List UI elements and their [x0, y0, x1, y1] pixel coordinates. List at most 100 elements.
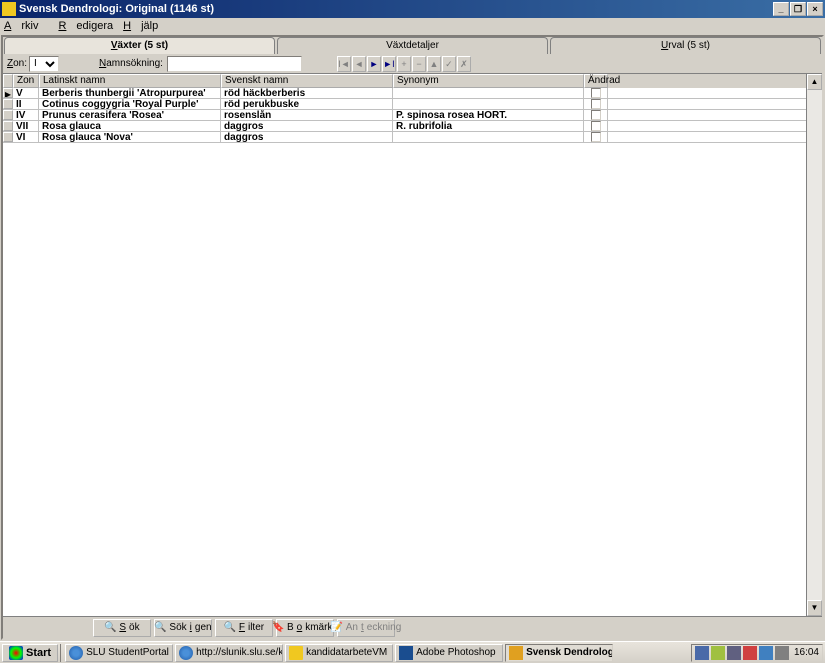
filter-button[interactable]: 🔍Filter — [215, 619, 273, 637]
nav-post-icon[interactable]: ✓ — [442, 56, 456, 72]
search-again-icon: 🔍 — [154, 622, 166, 634]
record-nav-toolbar: I◄ ◄ ► ►I + − ▲ ✓ ✗ — [337, 56, 471, 72]
taskbar: Start SLU StudentPortal - Micr... http:/… — [0, 641, 825, 663]
namn-label: Namnsökning: — [99, 58, 163, 69]
nav-edit-icon[interactable]: ▲ — [427, 56, 441, 72]
task-slu-portal[interactable]: SLU StudentPortal - Micr... — [65, 644, 173, 662]
tab-vaxtdetaljer[interactable]: Växtdetaljer — [277, 37, 548, 54]
cell-synonym[interactable] — [393, 99, 584, 109]
filter-icon: 🔍 — [224, 622, 236, 634]
namn-input[interactable] — [167, 56, 302, 72]
grid-container: Zon Latinskt namn Svenskt namn Synonym Ä… — [3, 74, 822, 616]
col-header-zon[interactable]: Zon — [13, 74, 39, 88]
dendro-icon — [509, 646, 523, 660]
tab-urval[interactable]: Urval (5 st) — [550, 37, 821, 54]
search-icon: 🔍 — [104, 622, 116, 634]
cell-zon[interactable]: V — [13, 88, 39, 98]
tray-icon-2[interactable] — [711, 646, 725, 660]
task-dendrologi[interactable]: Svensk Dendrologi: O... — [505, 644, 613, 662]
cell-zon[interactable]: VII — [13, 121, 39, 131]
ie-icon — [179, 646, 193, 660]
checkbox[interactable] — [591, 132, 601, 142]
cell-synonym[interactable] — [393, 132, 584, 142]
data-grid[interactable]: Zon Latinskt namn Svenskt namn Synonym Ä… — [3, 74, 806, 616]
task-photoshop[interactable]: Adobe Photoshop — [395, 644, 503, 662]
table-row[interactable]: VIIRosa glaucadaggrosR. rubrifolia — [3, 121, 806, 132]
tab-vaxter[interactable]: Växter (5 st) — [4, 37, 275, 54]
nav-next-icon[interactable]: ► — [367, 56, 381, 72]
cell-andrad[interactable] — [584, 110, 608, 120]
sok-igen-button[interactable]: 🔍Sök igen — [154, 619, 212, 637]
tray-icon-4[interactable] — [743, 646, 757, 660]
cell-zon[interactable]: IV — [13, 110, 39, 120]
checkbox[interactable] — [591, 110, 601, 120]
tray-icon-6[interactable] — [775, 646, 789, 660]
nav-last-icon[interactable]: ►I — [382, 56, 396, 72]
task-slunik[interactable]: http://slunik.slu.se/kursfi... — [175, 644, 283, 662]
cell-latin[interactable]: Prunus cerasifera 'Rosea' — [39, 110, 221, 120]
vertical-scrollbar[interactable]: ▲ ▼ — [806, 74, 822, 616]
tray-icon-5[interactable] — [759, 646, 773, 660]
cell-synonym[interactable] — [393, 88, 584, 98]
menu-redigera[interactable]: Redigera — [58, 20, 113, 32]
tray-icon-1[interactable] — [695, 646, 709, 660]
close-button[interactable]: × — [807, 2, 823, 16]
anteckning-button[interactable]: 📝Anteckning — [337, 619, 395, 637]
row-marker — [3, 99, 13, 109]
checkbox[interactable] — [591, 121, 601, 131]
col-header-svenskt[interactable]: Svenskt namn — [221, 74, 393, 88]
cell-andrad[interactable] — [584, 121, 608, 131]
cell-latin[interactable]: Berberis thunbergii 'Atropurpurea' — [39, 88, 221, 98]
menu-arkiv[interactable]: Arkiv — [4, 20, 48, 32]
col-header-latin[interactable]: Latinskt namn — [39, 74, 221, 88]
nav-cancel-icon[interactable]: ✗ — [457, 56, 471, 72]
cell-latin[interactable]: Rosa glauca 'Nova' — [39, 132, 221, 142]
restore-button[interactable]: ❐ — [790, 2, 806, 16]
zon-select[interactable]: I — [29, 56, 59, 72]
cell-latin[interactable]: Rosa glauca — [39, 121, 221, 131]
row-marker — [3, 110, 13, 120]
cell-zon[interactable]: II — [13, 99, 39, 109]
scroll-up-icon[interactable]: ▲ — [807, 74, 822, 90]
cell-svenskt[interactable]: röd perukbuske — [221, 99, 393, 109]
window-title: Svensk Dendrologi: Original (1146 st) — [19, 3, 773, 15]
cell-svenskt[interactable]: röd häckberberis — [221, 88, 393, 98]
table-row[interactable]: IICotinus coggygria 'Royal Purple'röd pe… — [3, 99, 806, 110]
cell-andrad[interactable] — [584, 132, 608, 142]
tab-row: Växter (5 st) Växtdetaljer Urval (5 st) — [3, 37, 822, 54]
nav-add-icon[interactable]: + — [397, 56, 411, 72]
nav-delete-icon[interactable]: − — [412, 56, 426, 72]
cell-synonym[interactable]: P. spinosa rosea HORT. — [393, 110, 584, 120]
cell-synonym[interactable]: R. rubrifolia — [393, 121, 584, 131]
cell-svenskt[interactable]: daggros — [221, 121, 393, 131]
table-row[interactable]: IVPrunus cerasifera 'Rosea'rosenslånP. s… — [3, 110, 806, 121]
cell-zon[interactable]: VI — [13, 132, 39, 142]
sok-button[interactable]: 🔍Sök — [93, 619, 151, 637]
table-row[interactable]: VIRosa glauca 'Nova'daggros — [3, 132, 806, 143]
cell-svenskt[interactable]: rosenslån — [221, 110, 393, 120]
note-icon: 📝 — [331, 622, 343, 634]
cell-andrad[interactable] — [584, 88, 608, 98]
col-header-andrad[interactable]: Ändrad — [584, 74, 608, 88]
col-header-marker[interactable] — [3, 74, 13, 88]
cell-svenskt[interactable]: daggros — [221, 132, 393, 142]
scroll-down-icon[interactable]: ▼ — [807, 600, 822, 616]
checkbox[interactable] — [591, 88, 601, 98]
cell-andrad[interactable] — [584, 99, 608, 109]
scroll-track[interactable] — [807, 90, 822, 600]
system-tray[interactable]: 16:04 — [691, 644, 823, 662]
photoshop-icon — [399, 646, 413, 660]
nav-prev-icon[interactable]: ◄ — [352, 56, 366, 72]
nav-first-icon[interactable]: I◄ — [337, 56, 351, 72]
checkbox[interactable] — [591, 99, 601, 109]
table-row[interactable]: ▶VBerberis thunbergii 'Atropurpurea'röd … — [3, 88, 806, 99]
bokmarke-button[interactable]: 🔖Bokmärke — [276, 619, 334, 637]
minimize-button[interactable]: _ — [773, 2, 789, 16]
start-button[interactable]: Start — [2, 644, 58, 662]
clock[interactable]: 16:04 — [794, 647, 819, 658]
cell-latin[interactable]: Cotinus coggygria 'Royal Purple' — [39, 99, 221, 109]
task-kandidat[interactable]: kandidatarbeteVM — [285, 644, 393, 662]
col-header-synonym[interactable]: Synonym — [393, 74, 584, 88]
tray-icon-3[interactable] — [727, 646, 741, 660]
menu-hjalp[interactable]: Hjälp — [123, 20, 158, 32]
